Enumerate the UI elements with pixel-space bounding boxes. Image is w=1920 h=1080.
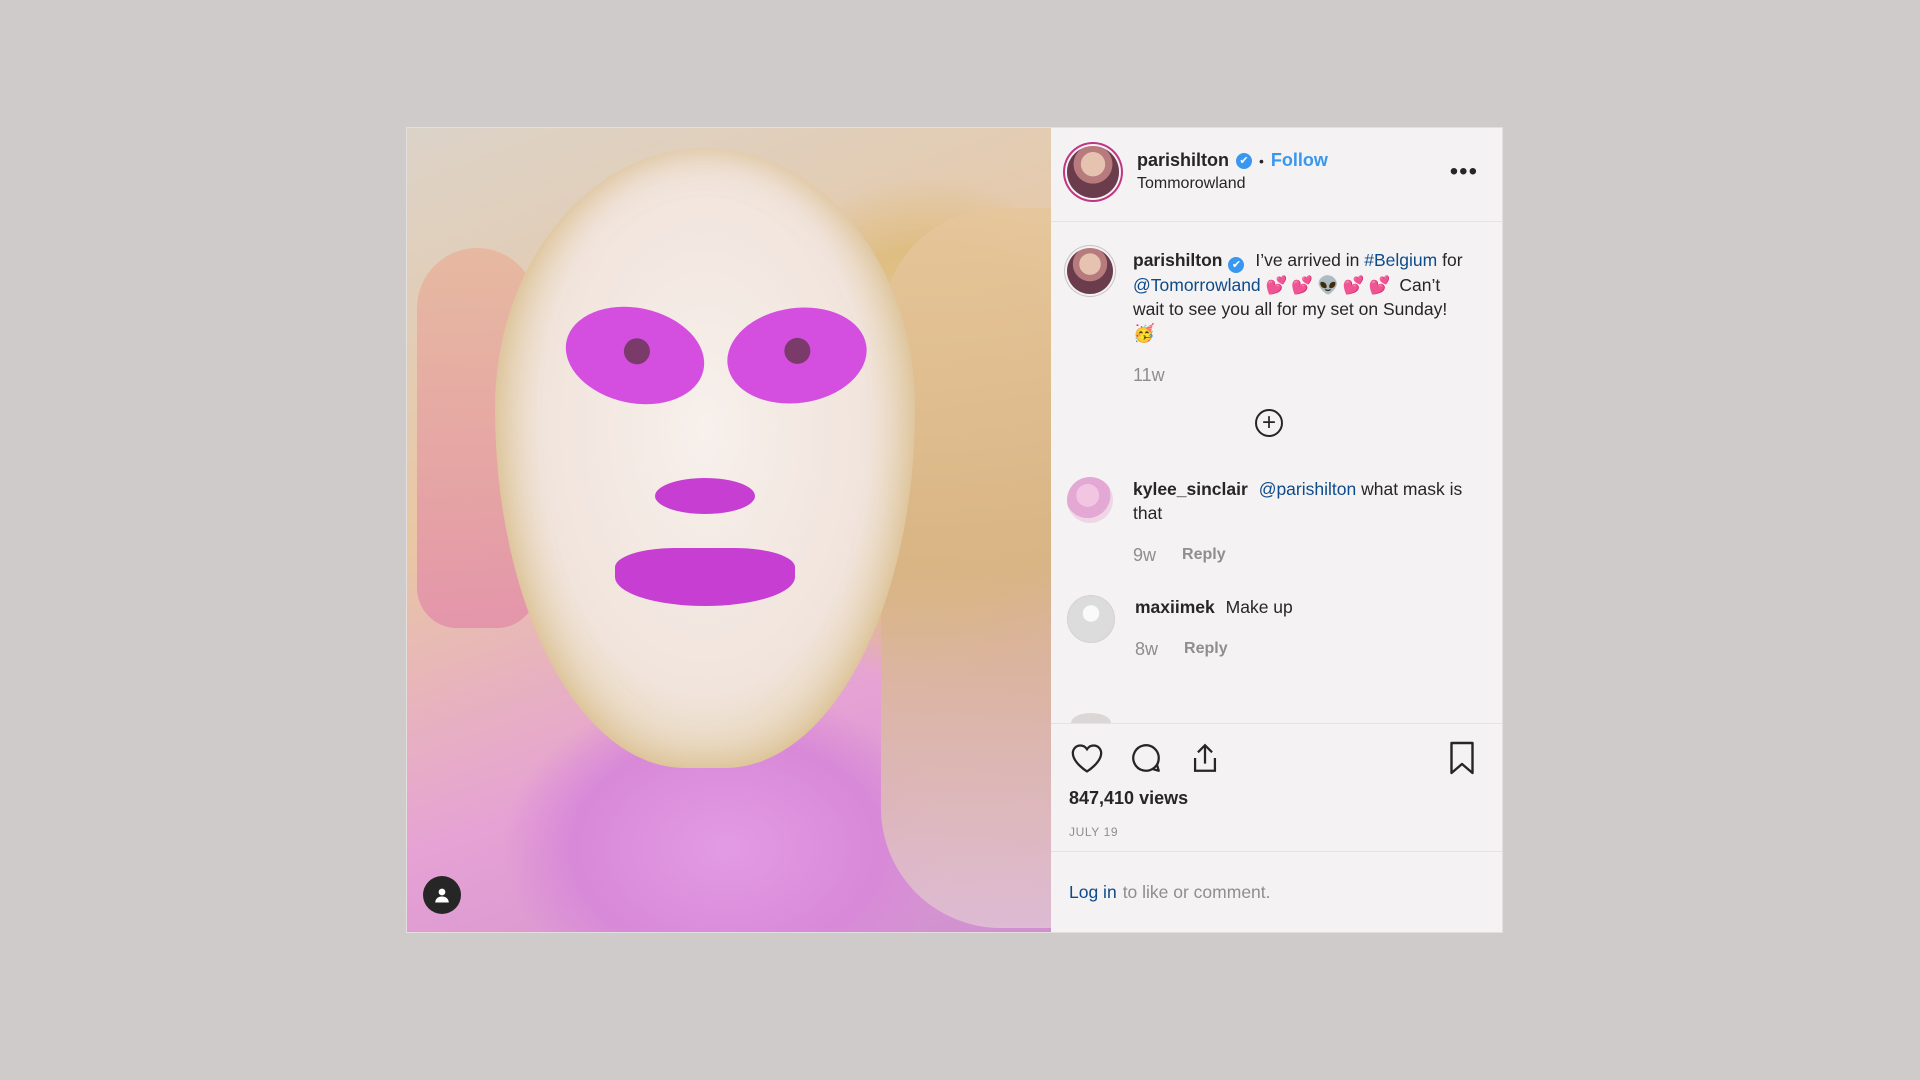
author-username[interactable]: parishilton	[1137, 150, 1229, 171]
comment-item: maxiimek Make up 8w Reply	[1067, 595, 1480, 661]
user-tag-icon[interactable]	[423, 876, 461, 914]
comment-text: Make up	[1225, 597, 1293, 617]
action-bar: 847,410 views JULY 19	[1051, 723, 1502, 851]
caption-username[interactable]: parishilton	[1133, 250, 1222, 270]
mask-nose	[655, 478, 755, 514]
comment-body: kylee_sinclair @parishilton what mask is…	[1133, 477, 1468, 567]
caption: parishilton ✔ I’ve arrived in #Belgium fo…	[1067, 248, 1480, 387]
comment-body: maxiimek Make up 8w Reply	[1135, 595, 1470, 661]
commenter-username[interactable]: kylee_sinclair	[1133, 479, 1248, 499]
location-link[interactable]: Tommorowland	[1137, 175, 1328, 193]
login-prompt: Log in to like or comment.	[1051, 851, 1502, 932]
reply-button[interactable]: Reply	[1184, 637, 1228, 661]
caption-time[interactable]: 11w	[1133, 363, 1165, 387]
more-icon[interactable]: •••	[1450, 158, 1478, 186]
bookmark-icon[interactable]	[1444, 740, 1480, 776]
post-header: parishilton ✔ • Follow Tommorowland •••	[1051, 128, 1502, 222]
share-icon[interactable]	[1187, 740, 1223, 776]
mask-eye-right	[721, 298, 873, 413]
post-date[interactable]: JULY 19	[1069, 825, 1480, 839]
author-avatar[interactable]	[1067, 146, 1119, 198]
verified-icon: ✔	[1236, 152, 1253, 169]
caption-emoji: 🥳	[1133, 323, 1155, 343]
next-comment-avatar-partial	[1071, 713, 1111, 723]
caption-body: parishilton ✔ I’ve arrived in #Belgium fo…	[1133, 248, 1468, 387]
follow-button[interactable]: Follow	[1271, 150, 1328, 171]
load-more-icon[interactable]: +	[1255, 409, 1283, 437]
caption-text: I’ve arrived in	[1255, 250, 1360, 270]
caption-avatar[interactable]	[1067, 248, 1113, 294]
commenter-avatar[interactable]	[1067, 595, 1115, 643]
mention-link[interactable]: @parishilton	[1259, 479, 1357, 499]
verified-icon: ✔	[1228, 257, 1245, 273]
mask-mouth	[615, 548, 795, 606]
comment-item: kylee_sinclair @parishilton what mask is…	[1067, 477, 1480, 567]
hashtag-link[interactable]: #Belgium	[1364, 250, 1437, 270]
comments-section[interactable]: parishilton ✔ I’ve arrived in #Belgium fo…	[1051, 222, 1502, 723]
comment-icon[interactable]	[1128, 740, 1164, 776]
login-link[interactable]: Log in	[1069, 882, 1117, 903]
hair-shape	[881, 208, 1051, 928]
commenter-avatar[interactable]	[1067, 477, 1113, 523]
caption-emojis: 💕💕👽💕💕	[1265, 275, 1395, 295]
comment-time[interactable]: 9w	[1133, 543, 1156, 567]
separator-dot: •	[1259, 152, 1264, 169]
post-sidebar: parishilton ✔ • Follow Tommorowland ••• …	[1051, 128, 1502, 932]
comment-time[interactable]: 8w	[1135, 637, 1158, 661]
login-prompt-text: to like or comment.	[1122, 881, 1271, 902]
heart-icon[interactable]	[1069, 740, 1105, 776]
instagram-post: parishilton ✔ • Follow Tommorowland ••• …	[406, 127, 1503, 933]
led-face-mask	[495, 148, 915, 768]
reply-button[interactable]: Reply	[1182, 543, 1226, 567]
post-video[interactable]	[407, 128, 1051, 932]
commenter-username[interactable]: maxiimek	[1135, 597, 1215, 617]
view-count[interactable]: 847,410 views	[1069, 788, 1480, 809]
mention-link[interactable]: @Tomorrowland	[1133, 275, 1261, 295]
mask-eye-left	[556, 294, 714, 417]
caption-text: for	[1442, 250, 1463, 270]
